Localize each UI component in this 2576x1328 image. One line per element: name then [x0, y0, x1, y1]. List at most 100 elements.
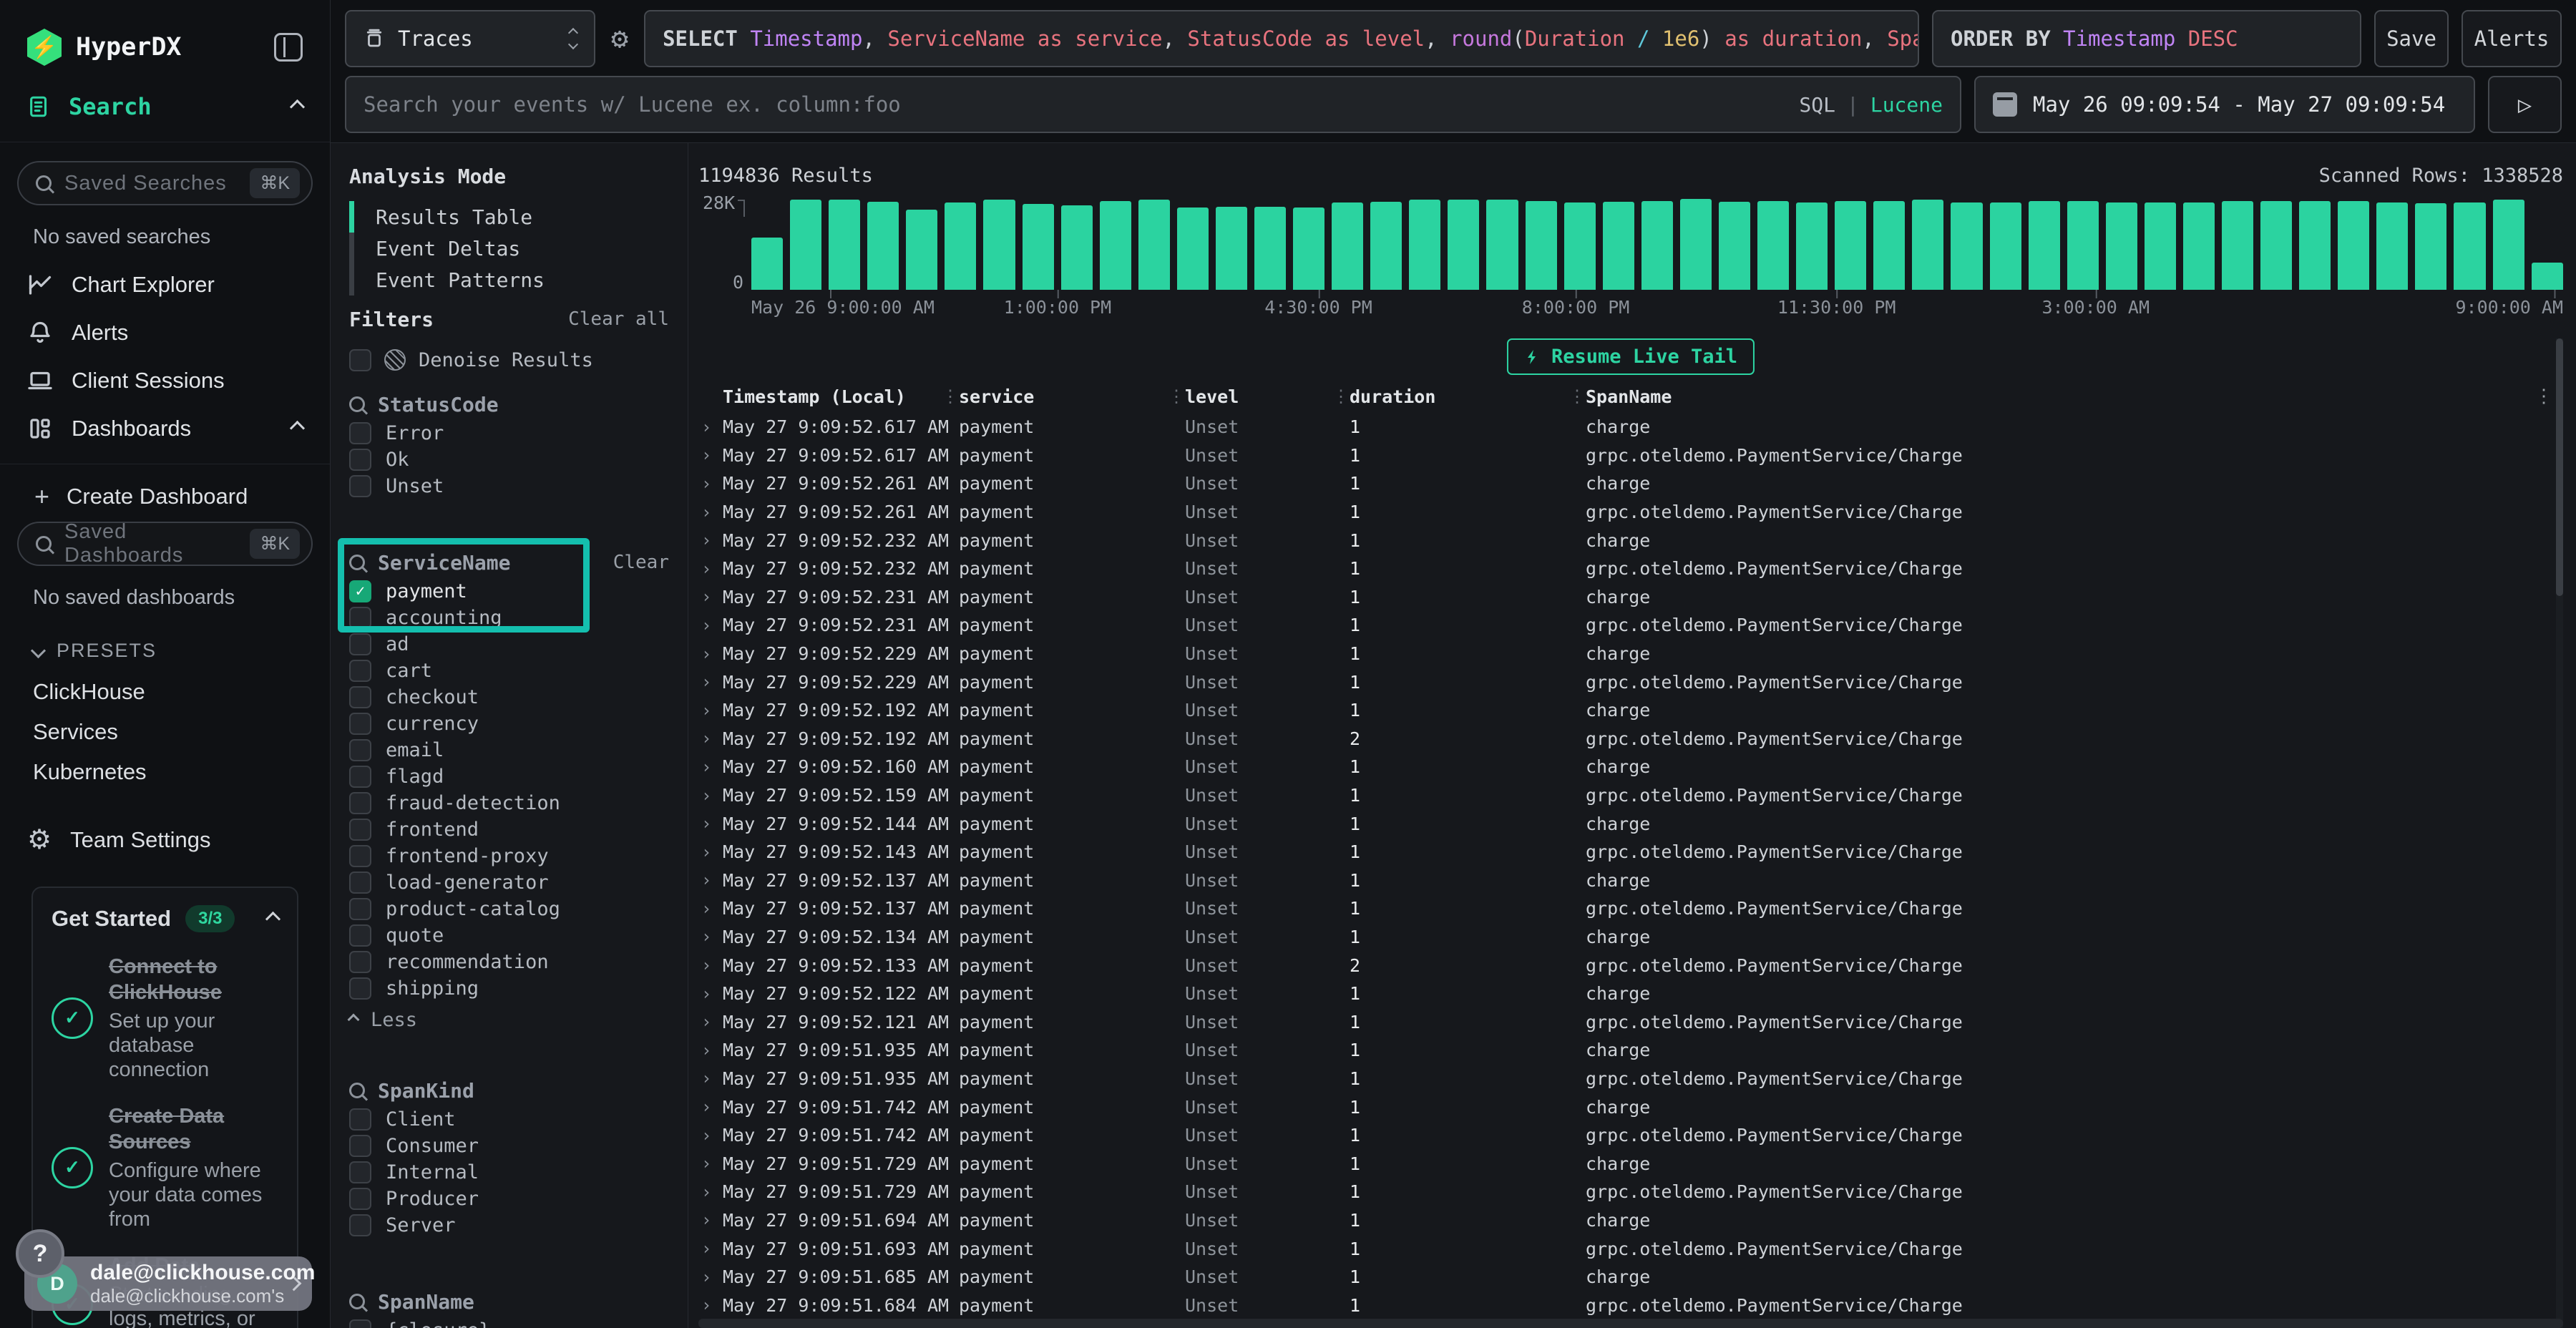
row-expand-caret[interactable]: ›: [698, 700, 723, 721]
source-select[interactable]: Traces: [345, 10, 595, 67]
row-expand-caret[interactable]: ›: [698, 1295, 723, 1315]
save-button[interactable]: Save: [2374, 10, 2449, 67]
table-row[interactable]: › May 27 9:09:52.229 AM payment Unset 1 …: [698, 640, 2563, 668]
checkbox[interactable]: [349, 951, 371, 973]
row-expand-caret[interactable]: ›: [698, 672, 723, 692]
filter-option[interactable]: product-catalog: [349, 896, 669, 922]
row-expand-caret[interactable]: ›: [698, 984, 723, 1004]
sidebar-item-chart-explorer[interactable]: Chart Explorer: [17, 260, 313, 308]
table-row[interactable]: › May 27 9:09:51.685 AM payment Unset 1 …: [698, 1263, 2563, 1292]
analysis-mode-item[interactable]: Results Table: [349, 201, 669, 233]
show-less-toggle[interactable]: Less: [349, 1005, 669, 1035]
resume-live-tail-button[interactable]: Resume Live Tail: [1507, 338, 1755, 375]
checkbox[interactable]: [349, 739, 371, 761]
table-row[interactable]: › May 27 9:09:52.134 AM payment Unset 1 …: [698, 923, 2563, 952]
get-started-item[interactable]: ✓ Connect to ClickHouse Set up your data…: [52, 954, 278, 1082]
row-expand-caret[interactable]: ›: [698, 474, 723, 494]
checkbox[interactable]: [349, 1108, 371, 1131]
table-row[interactable]: › May 27 9:09:51.935 AM payment Unset 1 …: [698, 1065, 2563, 1093]
get-started-item[interactable]: ✓ Create Data Sources Configure where yo…: [52, 1103, 278, 1231]
column-settings-icon[interactable]: ⋮: [2534, 386, 2553, 407]
date-range-picker[interactable]: May 26 09:09:54 - May 27 09:09:54: [1974, 76, 2475, 133]
sidebar-item-dashboards[interactable]: Dashboards: [17, 404, 313, 452]
table-row[interactable]: › May 27 9:09:51.742 AM payment Unset 1 …: [698, 1093, 2563, 1121]
order-by-input[interactable]: ORDER BY Timestamp DESC: [1932, 10, 2361, 67]
filter-option[interactable]: ad: [349, 631, 669, 658]
histogram-bar[interactable]: [1680, 199, 1712, 290]
col-level[interactable]: level: [1185, 386, 1350, 407]
row-expand-caret[interactable]: ›: [698, 1153, 723, 1173]
table-row[interactable]: › May 27 9:09:52.192 AM payment Unset 1 …: [698, 696, 2563, 725]
table-row[interactable]: › May 27 9:09:52.133 AM payment Unset 2 …: [698, 951, 2563, 980]
histogram-bar[interactable]: [1990, 202, 2021, 290]
table-row[interactable]: › May 27 9:09:51.935 AM payment Unset 1 …: [698, 1036, 2563, 1065]
chevron-up-icon[interactable]: [290, 99, 305, 114]
table-row[interactable]: › May 27 9:09:52.617 AM payment Unset 1 …: [698, 441, 2563, 470]
sidebar-item-alerts[interactable]: Alerts: [17, 308, 313, 356]
sql-mode-option[interactable]: SQL: [1799, 93, 1835, 117]
clear-all-link[interactable]: Clear all: [568, 308, 669, 330]
histogram-bar[interactable]: [2106, 202, 2137, 290]
checkbox[interactable]: [349, 845, 371, 867]
checkbox[interactable]: [349, 819, 371, 841]
filter-option[interactable]: Internal: [349, 1159, 669, 1186]
histogram-bar[interactable]: [1912, 200, 1943, 290]
histogram-bar[interactable]: [945, 202, 976, 290]
sidebar-item-client-sessions[interactable]: Client Sessions: [17, 356, 313, 404]
checkbox[interactable]: [349, 686, 371, 708]
row-expand-caret[interactable]: ›: [698, 1267, 723, 1287]
table-row[interactable]: › May 27 9:09:52.143 AM payment Unset 1 …: [698, 838, 2563, 866]
histogram-bar[interactable]: [2260, 201, 2292, 290]
user-profile-button[interactable]: D dale@clickhouse.com dale@clickhouse.co…: [24, 1256, 312, 1311]
row-expand-caret[interactable]: ›: [698, 530, 723, 550]
filter-option[interactable]: Unset: [349, 473, 669, 499]
histogram-bar[interactable]: [1370, 202, 1402, 290]
row-expand-caret[interactable]: ›: [698, 615, 723, 635]
row-expand-caret[interactable]: ›: [698, 927, 723, 947]
checkbox[interactable]: [349, 1214, 371, 1236]
event-search-input[interactable]: Search your events w/ Lucene ex. column:…: [345, 76, 1961, 133]
table-row[interactable]: › May 27 9:09:52.229 AM payment Unset 1 …: [698, 668, 2563, 696]
row-expand-caret[interactable]: ›: [698, 417, 723, 437]
col-duration[interactable]: duration: [1350, 386, 1586, 407]
checkbox[interactable]: [349, 633, 371, 655]
sidebar-item-search[interactable]: Search: [0, 66, 330, 142]
create-dashboard-button[interactable]: + Create Dashboard: [17, 472, 313, 522]
col-service[interactable]: service: [959, 386, 1185, 407]
row-expand-caret[interactable]: ›: [698, 1210, 723, 1230]
checkbox[interactable]: [349, 660, 371, 682]
histogram-bar[interactable]: [1061, 205, 1093, 290]
checkbox[interactable]: [349, 713, 371, 735]
clear-servicename-link[interactable]: Clear: [613, 552, 669, 573]
table-row[interactable]: › May 27 9:09:51.693 AM payment Unset 1 …: [698, 1234, 2563, 1263]
row-expand-caret[interactable]: ›: [698, 757, 723, 777]
row-expand-caret[interactable]: ›: [698, 1097, 723, 1117]
filter-option[interactable]: Server: [349, 1212, 669, 1239]
row-expand-caret[interactable]: ›: [698, 559, 723, 579]
filter-option[interactable]: Error: [349, 420, 669, 446]
row-expand-caret[interactable]: ›: [698, 728, 723, 748]
histogram-bar[interactable]: [1254, 207, 1286, 290]
filter-option[interactable]: quote: [349, 922, 669, 949]
row-expand-caret[interactable]: ›: [698, 1068, 723, 1088]
table-row[interactable]: › May 27 9:09:52.144 AM payment Unset 1 …: [698, 809, 2563, 838]
histogram-bar[interactable]: [1332, 202, 1363, 290]
table-row[interactable]: › May 27 9:09:51.684 AM payment Unset 1 …: [698, 1291, 2563, 1319]
histogram-bar[interactable]: [1177, 208, 1209, 290]
help-button[interactable]: ?: [16, 1229, 64, 1278]
histogram-bar[interactable]: [829, 200, 860, 290]
filter-option[interactable]: email: [349, 737, 669, 763]
table-row[interactable]: › May 27 9:09:52.261 AM payment Unset 1 …: [698, 469, 2563, 498]
filter-option[interactable]: currency: [349, 711, 669, 737]
row-expand-caret[interactable]: ›: [698, 842, 723, 862]
histogram-bar[interactable]: [1564, 202, 1596, 290]
filter-option[interactable]: checkout: [349, 684, 669, 711]
table-row[interactable]: › May 27 9:09:52.137 AM payment Unset 1 …: [698, 894, 2563, 923]
checkbox[interactable]: [349, 1161, 371, 1183]
histogram-bar[interactable]: [1100, 201, 1131, 290]
histogram-bar[interactable]: [1603, 202, 1634, 290]
filter-option[interactable]: {closure}: [349, 1317, 669, 1328]
checkbox[interactable]: [349, 422, 371, 444]
checkbox[interactable]: [349, 872, 371, 894]
row-expand-caret[interactable]: ›: [698, 502, 723, 522]
